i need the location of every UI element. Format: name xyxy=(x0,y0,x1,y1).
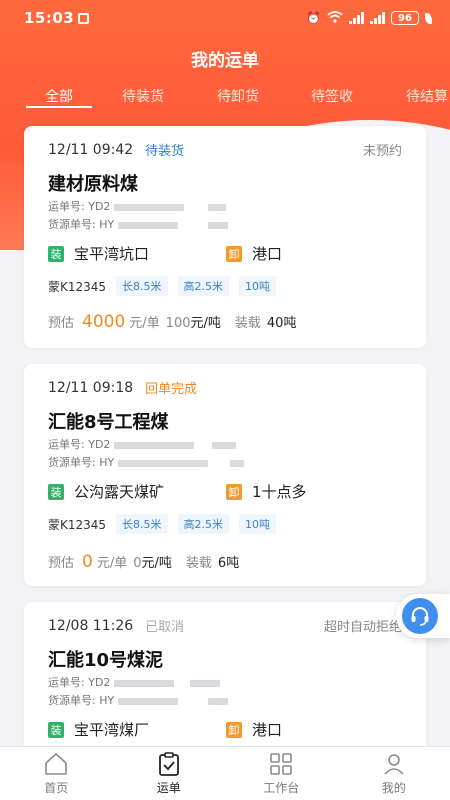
vehicle-capacity: 10吨 xyxy=(239,276,277,296)
status-bar: 15:03 ⏰ 96 xyxy=(0,0,450,36)
estimate-price: 4000 xyxy=(82,312,126,332)
per-ton-unit: 元/吨 xyxy=(141,556,172,571)
vehicle-plate: 蒙K12345 xyxy=(48,517,107,532)
order-time: 12/08 11:26 xyxy=(48,617,134,634)
source-label: 货源单号: xyxy=(48,218,96,231)
price-unit: 元/单 xyxy=(96,556,128,571)
waybill-number: YD2 xyxy=(88,200,111,213)
status-time: 15:03 xyxy=(24,9,75,27)
tab-pending-load[interactable]: 待装货 xyxy=(118,86,168,106)
cargo-name: 汇能10号煤泥 xyxy=(48,650,164,671)
nav-home[interactable]: 首页 xyxy=(16,747,96,800)
battery-icon: 96 xyxy=(391,11,419,25)
nav-profile[interactable]: 我的 xyxy=(354,747,434,800)
vehicle-height: 高2.5米 xyxy=(177,514,230,534)
home-icon xyxy=(45,753,68,775)
bottom-navigation: 首页 运单 工作台 我的 xyxy=(0,746,450,800)
load-amount: 6吨 xyxy=(217,556,240,571)
page-title: 我的运单 xyxy=(191,51,259,71)
load-badge: 装 xyxy=(48,721,64,738)
redacted xyxy=(118,697,179,705)
waybill-label: 运单号: xyxy=(48,438,85,451)
vehicle-length: 长8.5米 xyxy=(116,514,168,534)
order-time: 12/11 09:18 xyxy=(48,379,134,396)
order-status: 待装货 xyxy=(145,144,185,159)
alarm-icon: ⏰ xyxy=(306,11,321,25)
waybill-number: YD2 xyxy=(88,438,111,451)
order-status: 已取消 xyxy=(145,620,185,635)
load-label: 装载 xyxy=(234,316,261,331)
unload-location: 1十点多 xyxy=(252,483,307,501)
order-card[interactable]: 12/11 09:18 回单完成 汇能8号工程煤 运单号: YD2 货源单号: … xyxy=(24,364,426,586)
headset-icon xyxy=(402,598,438,634)
user-icon xyxy=(384,754,404,775)
vehicle-capacity: 10吨 xyxy=(239,514,277,534)
cargo-name: 汇能8号工程煤 xyxy=(48,412,169,433)
waybill-label: 运单号: xyxy=(48,676,85,689)
appointment-status: 未预约 xyxy=(362,144,402,159)
tab-pending-settle[interactable]: 待结算 xyxy=(402,86,450,106)
order-card[interactable]: 12/08 11:26 已取消 超时自动拒绝 汇能10号煤泥 运单号: YD2 … xyxy=(24,602,426,762)
price-unit: 元/单 xyxy=(129,316,160,331)
load-location: 公沟露天煤矿 xyxy=(74,483,165,501)
tab-all[interactable]: 全部 xyxy=(26,86,92,108)
redacted xyxy=(118,459,209,467)
redacted xyxy=(114,203,185,211)
signal-icon-2 xyxy=(370,12,385,24)
unload-location: 港口 xyxy=(252,245,283,263)
nfc-icon xyxy=(78,12,90,24)
estimate-price: 0 xyxy=(82,552,93,572)
price-per-ton: 100 xyxy=(165,316,191,331)
waybill-label: 运单号: xyxy=(48,200,85,213)
redacted xyxy=(114,441,195,449)
tab-bar: 全部 待装货 待卸货 待签收 待结算 xyxy=(0,86,450,116)
vehicle-length: 长8.5米 xyxy=(116,276,168,296)
cargo-name: 建材原料煤 xyxy=(48,174,138,195)
load-location: 宝平湾坑口 xyxy=(74,245,150,263)
redacted xyxy=(118,221,179,229)
source-number: HY xyxy=(99,218,115,231)
reject-status: 超时自动拒绝 xyxy=(323,620,402,635)
load-location: 宝平湾煤厂 xyxy=(74,721,150,739)
estimate-label: 预估 xyxy=(48,316,75,331)
load-amount: 40吨 xyxy=(266,316,297,331)
tab-pending-sign[interactable]: 待签收 xyxy=(307,86,357,106)
waybill-icon xyxy=(158,752,179,776)
vehicle-height: 高2.5米 xyxy=(177,276,230,296)
source-number: HY xyxy=(99,456,115,469)
workbench-icon xyxy=(270,753,293,775)
wifi-icon xyxy=(327,10,343,26)
redacted xyxy=(114,679,175,687)
unload-badge: 卸 xyxy=(226,721,242,738)
price-per-ton: 0 xyxy=(133,556,142,571)
customer-service-button[interactable] xyxy=(396,594,450,638)
unload-badge: 卸 xyxy=(226,245,242,262)
tab-pending-unload[interactable]: 待卸货 xyxy=(213,86,263,106)
waybill-number: YD2 xyxy=(88,676,111,689)
vehicle-plate: 蒙K12345 xyxy=(48,279,107,294)
order-status: 回单完成 xyxy=(145,382,198,397)
signal-icon xyxy=(349,12,364,24)
per-ton-unit: 元/吨 xyxy=(190,316,221,331)
estimate-label: 预估 xyxy=(48,556,75,571)
nav-waybill[interactable]: 运单 xyxy=(129,747,209,800)
unload-location: 港口 xyxy=(252,721,283,739)
load-label: 装载 xyxy=(185,556,212,571)
source-label: 货源单号: xyxy=(48,694,96,707)
load-badge: 装 xyxy=(48,245,64,262)
source-label: 货源单号: xyxy=(48,456,96,469)
load-badge: 装 xyxy=(48,483,64,500)
leaf-icon xyxy=(425,12,432,24)
unload-badge: 卸 xyxy=(226,483,242,500)
source-number: HY xyxy=(99,694,115,707)
order-time: 12/11 09:42 xyxy=(48,141,134,158)
nav-workbench[interactable]: 工作台 xyxy=(241,747,321,800)
order-card[interactable]: 12/11 09:42 待装货 未预约 建材原料煤 运单号: YD2 货源单号:… xyxy=(24,126,426,348)
